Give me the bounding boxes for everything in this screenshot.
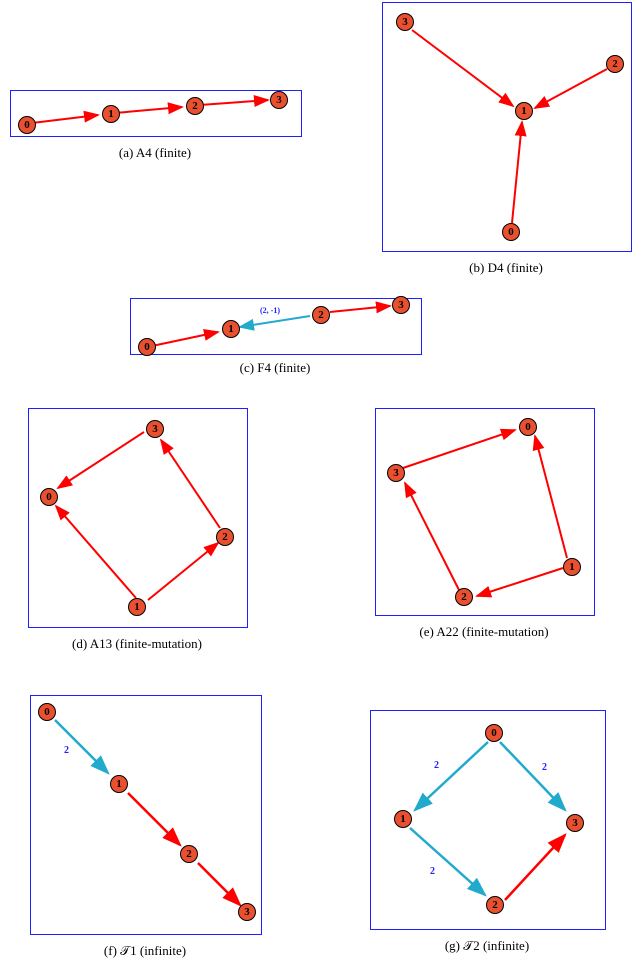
panel-a4: 0 1 2 3 (a) A4 (finite) xyxy=(10,90,300,170)
caption-a: (a) A4 (finite) xyxy=(10,145,300,161)
caption-c: (c) F4 (finite) xyxy=(130,360,420,376)
node-3: 3 xyxy=(238,903,256,921)
node-0: 0 xyxy=(502,223,520,241)
node-3: 3 xyxy=(392,296,410,314)
node-2: 2 xyxy=(486,896,504,914)
caption-b: (b) D4 (finite) xyxy=(382,260,630,276)
node-3: 3 xyxy=(396,13,414,31)
node-2: 2 xyxy=(606,55,624,73)
node-1: 1 xyxy=(110,775,128,793)
edges xyxy=(28,408,246,626)
node-3: 3 xyxy=(566,814,584,832)
node-1: 1 xyxy=(394,810,412,828)
edges xyxy=(10,90,300,135)
panel-t2: 0 1 2 3 2 2 2 (g) 𝒯2 (infinite) xyxy=(370,710,604,968)
panel-a22: 0 1 2 3 (e) A22 (finite-mutation) xyxy=(375,408,593,658)
node-0: 0 xyxy=(519,418,537,436)
node-2: 2 xyxy=(455,588,473,606)
node-1: 1 xyxy=(563,558,581,576)
caption-e: (e) A22 (finite-mutation) xyxy=(375,624,593,640)
edges xyxy=(375,408,593,614)
panel-d4: 0 1 2 3 (b) D4 (finite) xyxy=(382,2,630,282)
node-3: 3 xyxy=(387,464,405,482)
edges xyxy=(30,695,260,933)
caption-f: (f) 𝒯1 (infinite) xyxy=(30,943,260,959)
node-1: 1 xyxy=(222,320,240,338)
node-0: 0 xyxy=(38,703,56,721)
edge-label-01: 2 xyxy=(434,760,439,771)
node-0: 0 xyxy=(138,338,156,356)
node-2: 2 xyxy=(180,845,198,863)
caption-g: (g) 𝒯2 (infinite) xyxy=(370,938,604,954)
node-0: 0 xyxy=(40,488,58,506)
edge-label-12: 2 xyxy=(430,866,435,877)
node-3: 3 xyxy=(270,91,288,109)
edge-label-01: 2 xyxy=(64,745,69,756)
node-2: 2 xyxy=(312,306,330,324)
panel-t1: 0 1 2 3 2 (f) 𝒯1 (infinite) xyxy=(30,695,260,965)
caption-d: (d) A13 (finite-mutation) xyxy=(28,636,246,652)
edges xyxy=(382,2,630,250)
panel-f4: 0 1 2 3 (2, -1) (c) F4 (finite) xyxy=(130,298,420,388)
panel-a13: 0 1 2 3 (d) A13 (finite-mutation) xyxy=(28,408,246,658)
node-1: 1 xyxy=(102,105,120,123)
node-0: 0 xyxy=(18,116,36,134)
node-0: 0 xyxy=(485,724,503,742)
node-2: 2 xyxy=(186,97,204,115)
node-1: 1 xyxy=(128,598,146,616)
node-2: 2 xyxy=(216,528,234,546)
edge-label-03: 2 xyxy=(542,762,547,773)
node-3: 3 xyxy=(146,420,164,438)
edge-label-21: (2, -1) xyxy=(260,306,280,315)
node-1: 1 xyxy=(515,102,533,120)
